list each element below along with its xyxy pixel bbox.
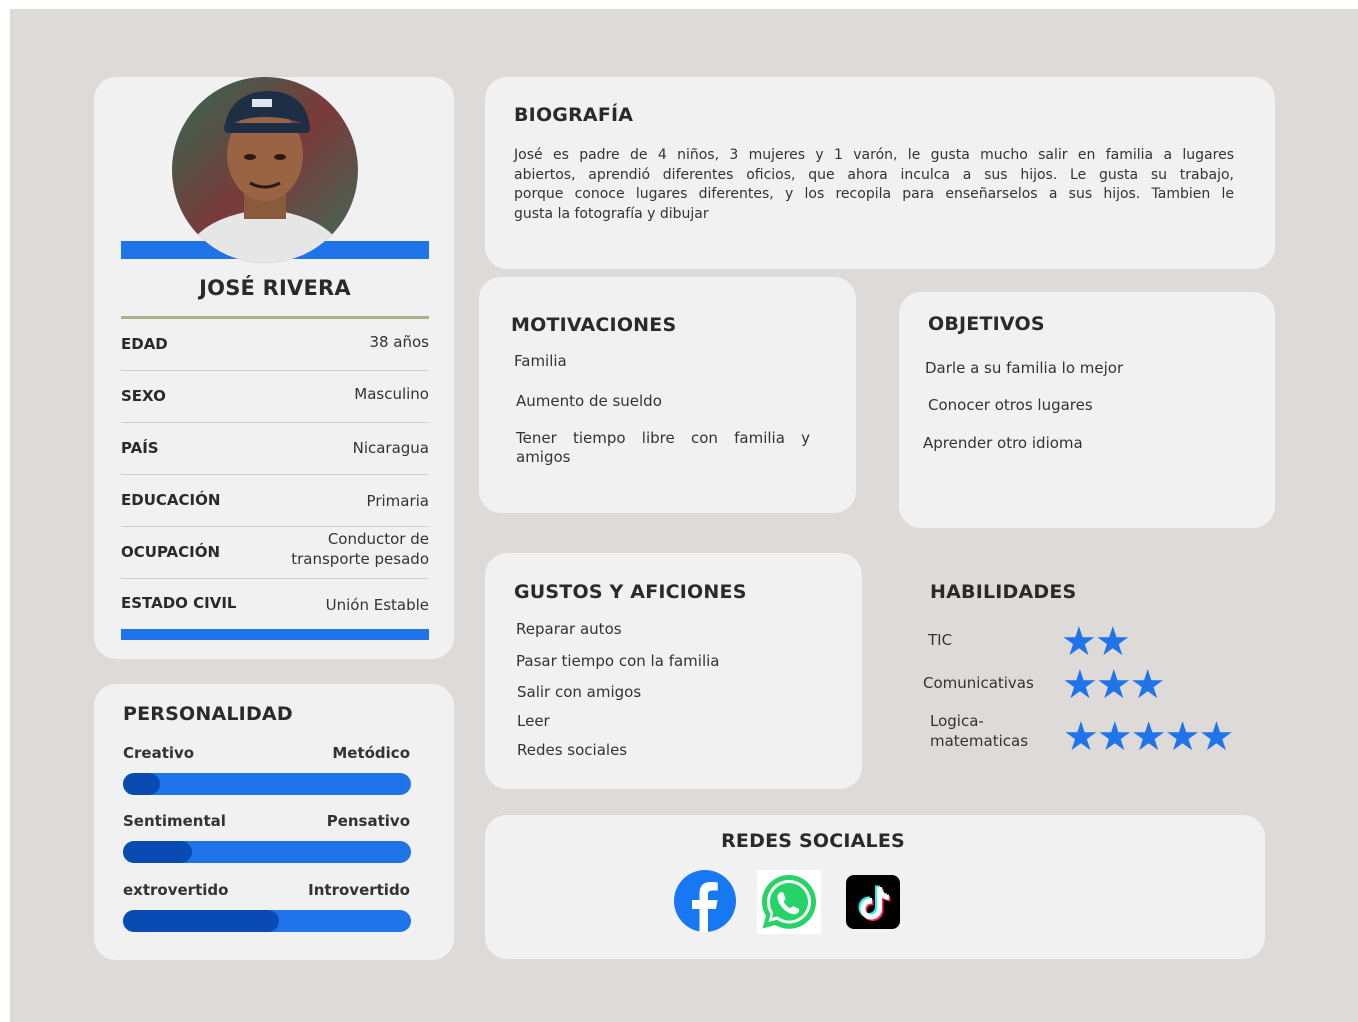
- motivation-item: Tener tiempo libre con familia y: [516, 429, 810, 447]
- field-label: EDAD: [121, 335, 168, 353]
- whatsapp-icon[interactable]: [757, 870, 821, 934]
- star-icon: ★: [1094, 619, 1131, 665]
- skill-label: Logica-: [930, 712, 984, 730]
- social-title: REDES SOCIALES: [721, 830, 905, 852]
- star-icon: ★: [1063, 714, 1099, 760]
- objective-item: Conocer otros lugares: [928, 396, 1093, 414]
- field-value: Conductor de transporte pesado: [291, 529, 429, 569]
- trait-fill: [123, 910, 279, 932]
- hobby-item: Pasar tiempo con la familia: [516, 652, 720, 670]
- biography-line: José es padre de 4 niños, 3 mujeres y 1 …: [514, 147, 1234, 163]
- skill-stars-logica: ★★★★★: [1063, 714, 1234, 760]
- star-icon: ★: [1062, 662, 1098, 708]
- objective-item: Aprender otro idioma: [923, 434, 1083, 452]
- hobby-item: Salir con amigos: [517, 683, 642, 701]
- avatar: [172, 77, 358, 263]
- skill-stars-tic: ★★: [1061, 619, 1131, 665]
- field-sex: SEXO Masculino: [121, 370, 429, 423]
- field-label: ESTADO CIVIL: [121, 594, 237, 612]
- objectives-title: OBJETIVOS: [928, 313, 1045, 335]
- profile-bottom-bar: [121, 629, 429, 640]
- facebook-icon[interactable]: [674, 870, 736, 932]
- biography-line: abiertos, aprendió diferentes oficios, q…: [514, 166, 1234, 183]
- biography-line: porque conoce lugares diferentes, y los …: [514, 186, 1234, 202]
- hobby-item: Reparar autos: [516, 620, 622, 638]
- field-value-line: transporte pesado: [291, 550, 429, 568]
- motivations-title: MOTIVACIONES: [511, 314, 677, 336]
- field-value: 38 años: [369, 333, 429, 351]
- field-education: EDUCACIÓN Primaria: [121, 474, 429, 527]
- trait-left-label: extrovertido: [123, 881, 229, 899]
- field-label: SEXO: [121, 387, 166, 405]
- hobbies-title: GUSTOS Y AFICIONES: [514, 581, 747, 603]
- field-label: EDUCACIÓN: [121, 491, 221, 509]
- star-icon: ★: [1198, 714, 1234, 760]
- star-icon: ★: [1096, 714, 1133, 760]
- tiktok-icon[interactable]: [846, 875, 900, 929]
- trait-slider-sentimental: [123, 841, 411, 863]
- star-icon: ★: [1061, 619, 1097, 665]
- skills-title: HABILIDADES: [930, 581, 1077, 603]
- field-value: Primaria: [366, 492, 429, 510]
- motivation-item: Familia: [514, 352, 567, 370]
- personality-title: PERSONALIDAD: [123, 703, 293, 725]
- field-country: PAÍS Nicaragua: [121, 422, 429, 475]
- skill-label: TIC: [928, 631, 953, 649]
- star-icon: ★: [1164, 714, 1201, 760]
- field-value: Unión Estable: [325, 596, 429, 614]
- trait-left-label: Creativo: [123, 744, 195, 762]
- trait-right-label: Introvertido: [308, 881, 410, 899]
- trait-fill: [123, 773, 161, 795]
- skill-stars-comunicativas: ★★★: [1062, 662, 1166, 708]
- trait-slider-extrovertido: [123, 910, 411, 932]
- star-icon: ★: [1095, 662, 1132, 708]
- field-civil-status: ESTADO CIVIL Unión Estable: [121, 578, 429, 630]
- star-icon: ★: [1129, 662, 1166, 708]
- field-value-line: Conductor de: [327, 530, 429, 548]
- motivation-item: Aumento de sueldo: [516, 392, 662, 410]
- motivation-item: amigos: [516, 448, 571, 466]
- biography-title: BIOGRAFÍA: [514, 104, 634, 126]
- skill-label: matematicas: [930, 732, 1029, 750]
- field-label: OCUPACIÓN: [121, 543, 221, 561]
- field-value: Masculino: [354, 385, 429, 403]
- trait-slider-creativo: [123, 773, 411, 795]
- biography-line: gusta la fotografía y dibujar: [514, 205, 709, 222]
- trait-right-label: Metódico: [332, 744, 410, 762]
- hobby-item: Redes sociales: [517, 741, 628, 759]
- skill-label: Comunicativas: [923, 674, 1034, 692]
- trait-right-label: Pensativo: [326, 812, 410, 830]
- field-occupation: OCUPACIÓN Conductor de transporte pesado: [121, 526, 429, 579]
- avatar-photo: [172, 77, 358, 263]
- profile-name: JOSÉ RIVERA: [199, 276, 351, 300]
- field-age: EDAD 38 años: [121, 318, 429, 371]
- trait-left-label: Sentimental: [123, 812, 226, 830]
- hobby-item: Leer: [517, 712, 550, 730]
- star-icon: ★: [1130, 714, 1167, 760]
- trait-fill: [123, 841, 193, 863]
- biography-text: José es padre de 4 niños, 3 mujeres y 1 …: [514, 146, 1234, 224]
- field-label: PAÍS: [121, 439, 159, 457]
- objective-item: Darle a su familia lo mejor: [925, 359, 1124, 377]
- field-value: Nicaragua: [352, 439, 429, 457]
